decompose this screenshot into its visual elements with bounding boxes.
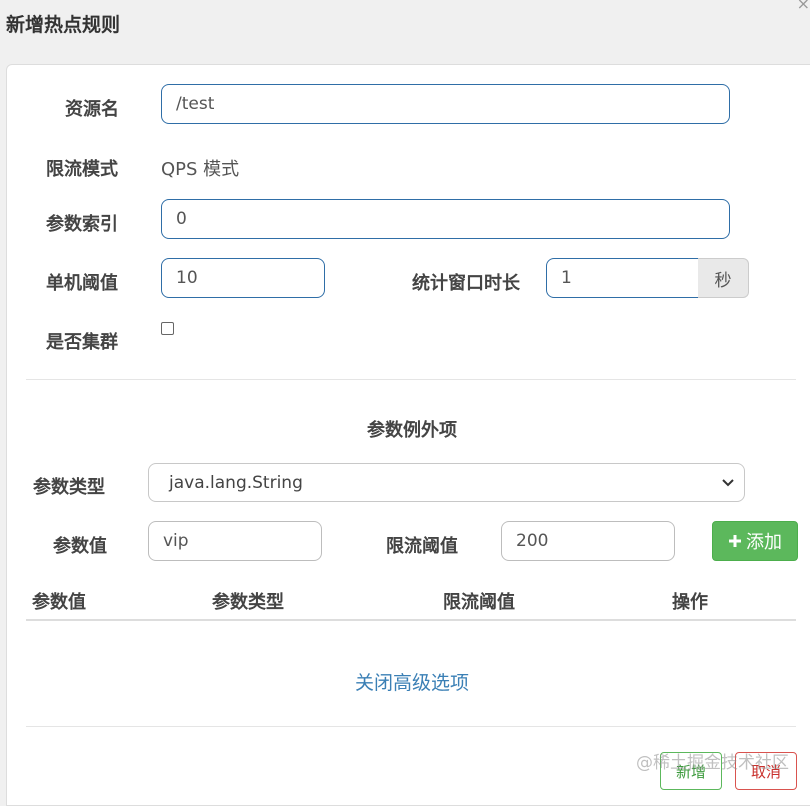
- close-icon[interactable]: ×: [797, 0, 810, 13]
- divider: [26, 379, 796, 380]
- resource-input[interactable]: /test: [161, 84, 730, 124]
- table-header-limit: 限流阈值: [443, 592, 515, 613]
- limit-input[interactable]: 200: [501, 521, 675, 561]
- plus-icon: [729, 535, 741, 547]
- param-index-value: 0: [176, 209, 187, 229]
- footer-divider: [26, 726, 796, 727]
- exceptions-title: 参数例外项: [367, 420, 457, 441]
- param-value: vip: [163, 531, 189, 551]
- add-button-label: 添加: [746, 532, 782, 553]
- param-value-input[interactable]: vip: [148, 521, 322, 561]
- watermark: @稀土掘金技术社区: [636, 753, 789, 773]
- threshold-value: 10: [176, 268, 198, 288]
- mode-value: QPS 模式: [161, 159, 240, 180]
- resource-label: 资源名: [65, 99, 119, 120]
- window-input[interactable]: 1: [546, 258, 699, 298]
- dialog-title: 新增热点规则: [6, 14, 121, 36]
- threshold-label: 单机阈值: [46, 273, 118, 294]
- cluster-label: 是否集群: [46, 332, 118, 353]
- limit-label: 限流阈值: [386, 536, 458, 557]
- table-header-actions: 操作: [672, 592, 708, 613]
- threshold-input[interactable]: 10: [161, 258, 325, 298]
- table-header-param-type: 参数类型: [212, 592, 284, 613]
- chevron-down-icon: [722, 479, 734, 487]
- window-unit-addon: 秒: [698, 258, 749, 298]
- resource-value: /test: [176, 94, 215, 114]
- param-index-input[interactable]: 0: [161, 199, 730, 239]
- toggle-advanced-link[interactable]: 关闭高级选项: [0, 668, 810, 695]
- param-index-label: 参数索引: [46, 214, 118, 235]
- table-header-param-value: 参数值: [32, 592, 86, 613]
- window-value: 1: [561, 268, 572, 288]
- window-label: 统计窗口时长: [412, 273, 520, 294]
- limit-value: 200: [516, 531, 549, 551]
- cluster-checkbox[interactable]: [161, 322, 174, 335]
- table-header-divider: [26, 619, 796, 621]
- param-type-value: java.lang.String: [169, 472, 303, 493]
- param-type-label: 参数类型: [33, 477, 105, 498]
- param-value-label: 参数值: [53, 536, 107, 557]
- param-type-select[interactable]: java.lang.String: [148, 463, 745, 502]
- add-button[interactable]: 添加: [712, 521, 798, 561]
- mode-label: 限流模式: [46, 159, 118, 180]
